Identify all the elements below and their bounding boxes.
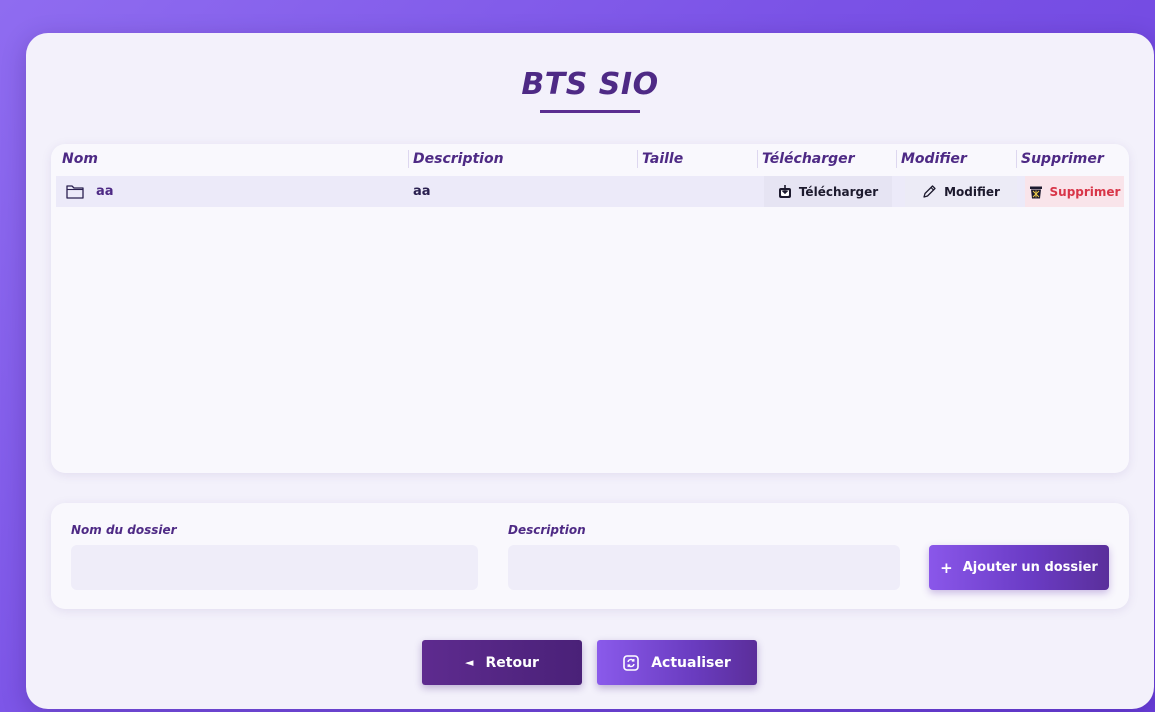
trash-icon (1029, 186, 1042, 198)
add-folder-label: Ajouter un dossier (962, 560, 1098, 575)
folder-table: Nom Description Taille Télécharger Modif… (51, 144, 1129, 473)
folder-description: aa (413, 184, 431, 199)
add-folder-button[interactable]: + Ajouter un dossier (929, 545, 1109, 590)
page-title: BTS SIO (521, 67, 659, 102)
folder-name-label: Nom du dossier (71, 523, 177, 537)
pencil-icon (923, 185, 936, 198)
description-input[interactable] (508, 545, 900, 590)
plus-icon: + (940, 558, 953, 577)
edit-label: Modifier (944, 184, 1000, 199)
refresh-label: Actualiser (651, 654, 731, 671)
download-label: Télécharger (798, 184, 879, 199)
add-folder-form: Nom du dossier Description + Ajouter un … (51, 503, 1129, 609)
refresh-icon (623, 654, 640, 671)
column-header-name: Nom (62, 151, 98, 167)
column-header-edit: Modifier (896, 150, 967, 168)
folder-icon (66, 185, 84, 199)
back-button[interactable]: ◄ Retour (422, 640, 582, 685)
main-panel: BTS SIO Nom Description Taille Télécharg… (26, 33, 1154, 709)
download-button[interactable]: Télécharger (764, 176, 892, 207)
refresh-button[interactable]: Actualiser (597, 640, 757, 685)
download-icon (778, 184, 791, 198)
delete-button[interactable]: Supprimer (1025, 176, 1124, 207)
column-header-size: Taille (637, 150, 683, 168)
table-row[interactable]: aa aa Télécharger Modifier Supprimer (56, 176, 1124, 207)
delete-label: Supprimer (1049, 184, 1121, 199)
folder-name: aa (96, 184, 114, 199)
column-header-download: Télécharger (757, 150, 855, 168)
column-header-description: Description (408, 150, 504, 168)
folder-name-input[interactable] (71, 545, 478, 590)
table-header: Nom Description Taille Télécharger Modif… (51, 144, 1129, 176)
column-header-delete: Supprimer (1016, 150, 1104, 168)
edit-button[interactable]: Modifier (905, 176, 1017, 207)
description-label: Description (508, 523, 586, 537)
back-label: Retour (485, 654, 539, 671)
title-underline (540, 110, 640, 113)
back-arrow-icon: ◄ (465, 656, 474, 669)
folder-name-cell[interactable]: aa (66, 176, 114, 207)
